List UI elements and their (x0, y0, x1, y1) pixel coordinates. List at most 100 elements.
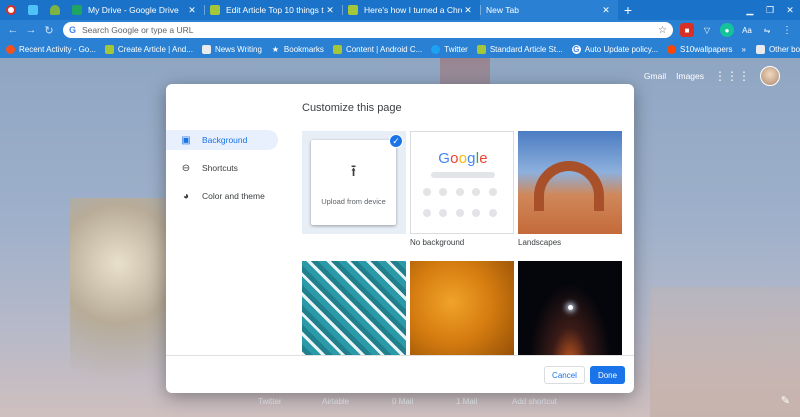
grammarly-icon[interactable]: ● (720, 23, 734, 37)
menu-item-background[interactable]: ▣ Background (166, 130, 278, 150)
android-icon (476, 44, 486, 54)
google-logo: Google (438, 150, 488, 167)
upload-icon: ⭱ (350, 162, 357, 180)
pinned-tab-1[interactable] (0, 0, 22, 20)
pinned-tab-2[interactable] (22, 0, 44, 20)
android-icon (332, 44, 342, 54)
menu-item-color-theme[interactable]: ◕ Color and theme (166, 186, 278, 206)
bookmarks-bar: Recent Activity - Go... Create Article |… (0, 40, 800, 58)
tile-no-background[interactable]: Google No background (410, 131, 514, 247)
avatar[interactable] (760, 66, 780, 86)
tile-space[interactable] (518, 261, 622, 355)
bookmark-item[interactable]: Content | Android C... (332, 44, 422, 54)
ntp-shortcuts: Twitter Airtable 0 Mail 1 Mail Add short… (0, 397, 800, 409)
tile-landscapes[interactable]: Landscapes (518, 131, 622, 247)
tab-title: New Tab (486, 5, 519, 15)
maximize-icon[interactable]: ❐ (760, 0, 780, 20)
tile-architecture[interactable] (302, 261, 406, 355)
android-icon (50, 5, 60, 15)
shortcut-tile[interactable]: Twitter (258, 397, 282, 406)
reload-icon[interactable]: ↻ (40, 24, 58, 37)
add-shortcut-tile[interactable]: Add shortcut (512, 397, 557, 406)
cast-icon[interactable]: ⇋ (760, 23, 774, 37)
images-link[interactable]: Images (676, 71, 704, 81)
menu-item-shortcuts[interactable]: ⊖ Shortcuts (166, 158, 278, 178)
customize-menu: ▣ Background ⊖ Shortcuts ◕ Color and the… (166, 130, 278, 214)
tab-my-drive[interactable]: My Drive - Google Drive ✕ (66, 0, 204, 20)
shortcut-tile[interactable]: 0 Mail (392, 397, 413, 406)
tab-new-tab[interactable]: New Tab ✕ (480, 0, 618, 20)
android-icon (348, 5, 358, 15)
gmail-link[interactable]: Gmail (644, 71, 666, 81)
bookmark-item[interactable]: S10wallpapers (667, 44, 733, 54)
calendar-icon (28, 5, 38, 15)
forward-icon[interactable]: → (22, 24, 40, 36)
shortcut-dots (423, 188, 505, 217)
bookmark-item[interactable]: Create Article | And... (104, 44, 193, 54)
menu-item-label: Shortcuts (202, 163, 238, 173)
no-background-preview: Google (410, 131, 514, 234)
customize-dialog: Customize this page ▣ Background ⊖ Short… (166, 84, 634, 393)
close-window-icon[interactable]: ✕ (780, 0, 800, 20)
tab-title: Edit Article Top 10 things to do w (226, 5, 324, 15)
android-icon (210, 5, 220, 15)
drive-icon (72, 5, 82, 15)
translate-icon[interactable]: Aa (740, 23, 754, 37)
bookmark-item[interactable]: G Auto Update policy... (571, 44, 658, 54)
menu-dots-icon[interactable]: ⋮ (780, 23, 794, 37)
upload-tile-bg: ⭱ Upload from device ✓ (302, 131, 406, 234)
other-bookmarks[interactable]: Other bookmarks (755, 44, 800, 54)
cancel-button[interactable]: Cancel (544, 366, 585, 384)
menu-item-label: Background (202, 135, 248, 145)
done-button[interactable]: Done (590, 366, 625, 384)
upload-card[interactable]: ⭱ Upload from device (311, 140, 396, 225)
shortcut-tile[interactable]: 1 Mail (456, 397, 477, 406)
tab-edit-article[interactable]: Edit Article Top 10 things to do w ✕ (204, 0, 342, 20)
bookmark-item[interactable]: Twitter (431, 44, 468, 54)
close-icon[interactable]: ✕ (462, 5, 474, 16)
pinned-tab-3[interactable] (44, 0, 66, 20)
dialog-divider (166, 355, 634, 356)
space-image (518, 261, 622, 355)
bookmark-star-icon[interactable]: ☆ (658, 25, 667, 36)
window-controls: ▁ ❐ ✕ (740, 0, 800, 20)
omnibox[interactable]: G Search Google or type a URL ☆ (63, 22, 673, 38)
twitter-icon (431, 44, 441, 54)
tab-strip: My Drive - Google Drive ✕ Edit Article T… (0, 0, 800, 20)
palette-icon: ◕ (182, 190, 190, 202)
vpn-icon[interactable]: ▽ (700, 23, 714, 37)
bookmark-item[interactable]: Standard Article St... (476, 44, 563, 54)
bookmark-item[interactable]: Recent Activity - Go... (6, 44, 96, 54)
bookmarks-overflow: » Other bookmarks (742, 44, 800, 54)
shield-red-icon[interactable]: ■ (680, 23, 694, 37)
android-icon (104, 44, 114, 54)
tile-upload[interactable]: ⭱ Upload from device ✓ (302, 131, 406, 235)
arch-rock (534, 161, 604, 211)
shortcut-tile[interactable]: Airtable (322, 397, 349, 406)
search-bar-placeholder (431, 172, 495, 178)
chevron-right-icon[interactable]: » (742, 45, 746, 54)
checkmark-icon: ✓ (389, 134, 403, 148)
back-icon[interactable]: ← (4, 24, 22, 36)
close-icon[interactable]: ✕ (324, 5, 336, 16)
ntp-header-links: Gmail Images ⋮⋮⋮ (644, 58, 780, 94)
close-icon[interactable]: ✕ (600, 5, 612, 16)
background-grid: ⭱ Upload from device ✓ Google No backgro… (302, 131, 634, 355)
tile-textures[interactable] (410, 261, 514, 355)
dialog-title: Customize this page (302, 102, 402, 114)
new-tab-button[interactable]: + (618, 2, 638, 18)
bookmark-item[interactable]: ★ Bookmarks (271, 45, 324, 54)
tab-chromebook-article[interactable]: Here's how I turned a Chromebo ✕ (342, 0, 480, 20)
pinned-favicon-icon (6, 5, 16, 15)
texture-image (410, 261, 514, 355)
star-icon: ★ (271, 44, 279, 54)
minimize-icon[interactable]: ▁ (740, 0, 760, 20)
bookmark-item[interactable]: News Writing (201, 44, 262, 54)
google-icon: G (571, 44, 581, 54)
tab-title: My Drive - Google Drive (88, 5, 179, 15)
reddit-icon (667, 44, 677, 54)
landscape-image (518, 131, 622, 234)
apps-grid-icon[interactable]: ⋮⋮⋮ (714, 69, 750, 83)
close-icon[interactable]: ✕ (186, 5, 198, 16)
pencil-icon[interactable]: ✎ (781, 394, 790, 407)
